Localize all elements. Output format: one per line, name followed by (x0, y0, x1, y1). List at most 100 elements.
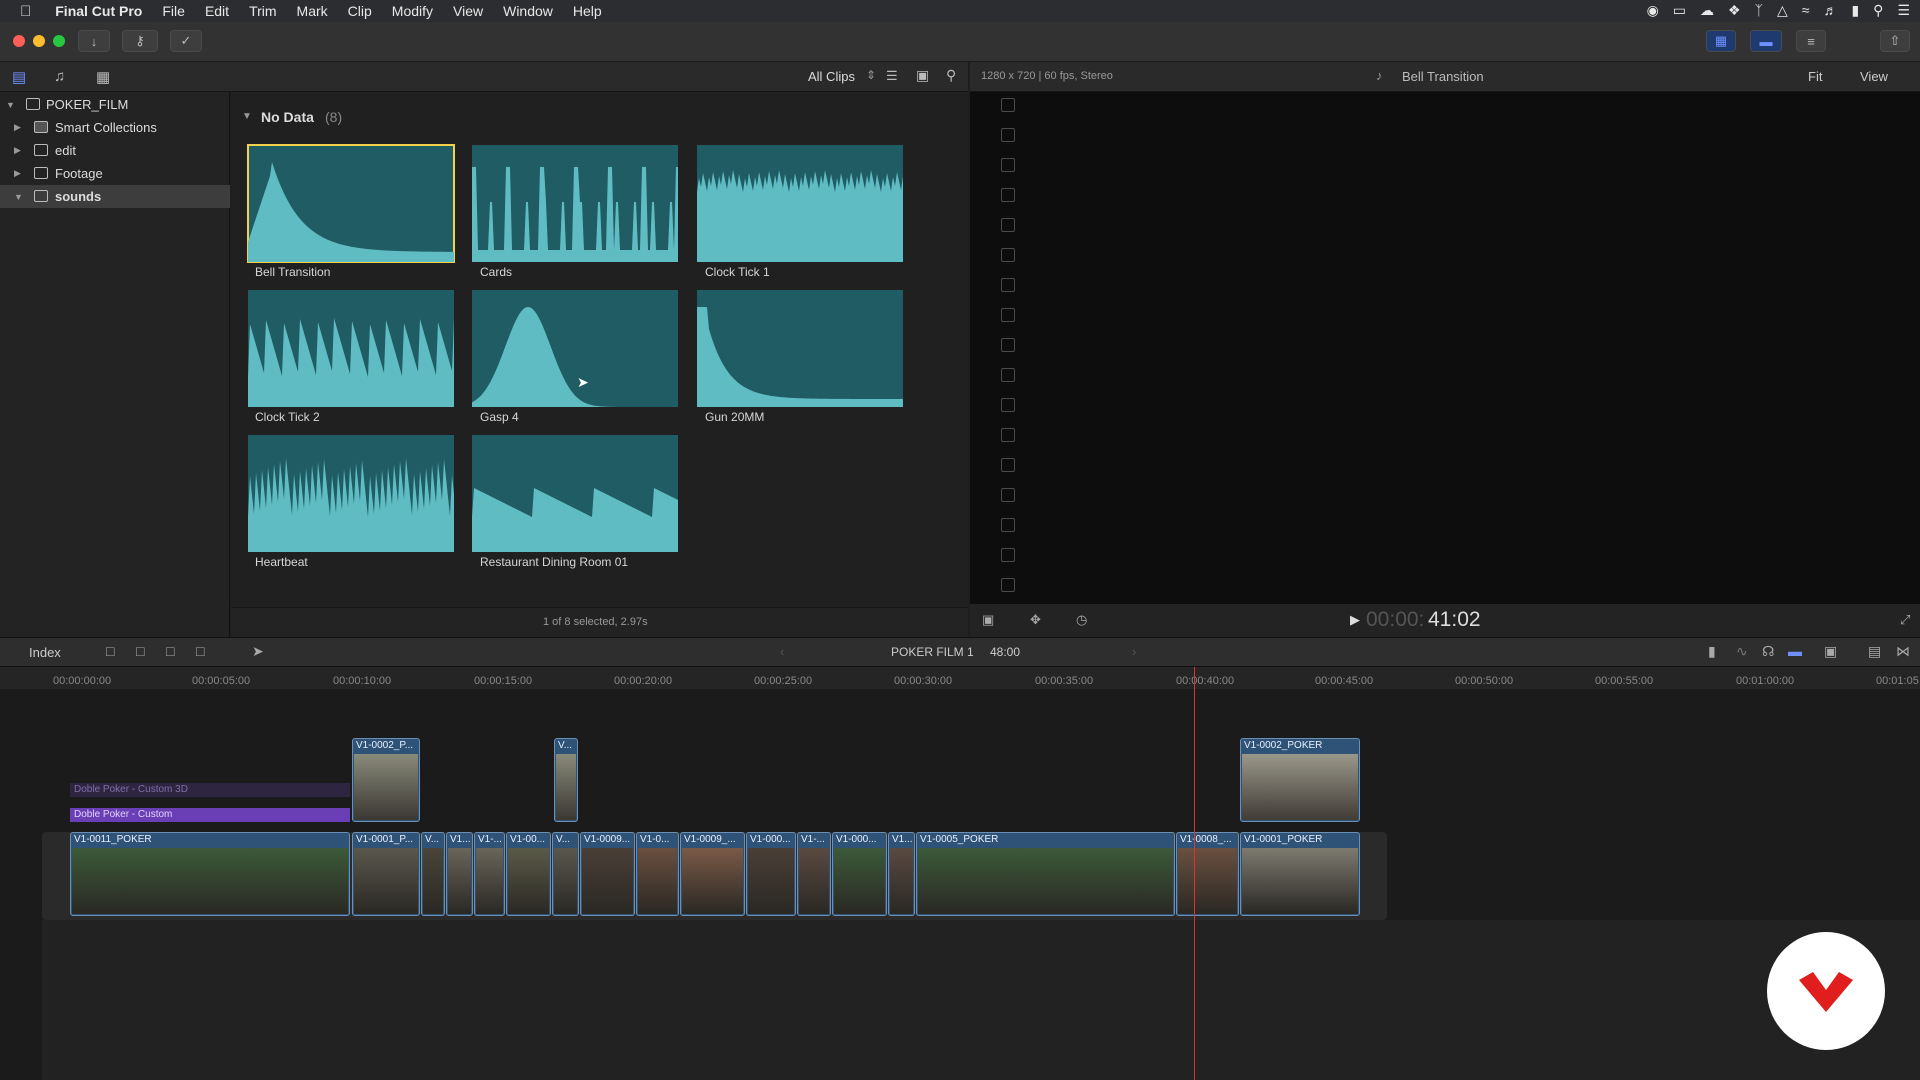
list-view-icon[interactable]: ☰ (886, 68, 898, 84)
disclosure-open-icon[interactable]: ▼ (14, 192, 23, 202)
clip-thumbnail[interactable] (248, 435, 454, 552)
view-dropdown[interactable]: View (1860, 69, 1888, 84)
menu-clip[interactable]: Clip (348, 3, 372, 19)
menu-edit[interactable]: Edit (205, 3, 229, 19)
timeline-clip[interactable]: V1-0009_... (680, 832, 745, 916)
background-tasks-button[interactable]: ✓ (170, 30, 202, 52)
wifi-icon[interactable]: ≈ (1802, 2, 1810, 19)
inspector-toggle-button[interactable]: ≡ (1796, 30, 1826, 52)
transitions-browser-icon[interactable]: ⋈ (1896, 643, 1910, 660)
library-item[interactable]: ▼ POKER_FILM (0, 93, 230, 116)
bluetooth-icon[interactable]: ᛉ (1755, 2, 1763, 19)
minimize-window-button[interactable] (33, 35, 45, 47)
clip-appearance-icon[interactable]: ▣ (1824, 643, 1837, 660)
menu-view[interactable]: View (453, 3, 483, 19)
clip-filter-dropdown[interactable]: All Clips (808, 69, 855, 84)
sidebar-item-sounds[interactable]: ▼ sounds (0, 185, 230, 208)
timeline-clip[interactable]: V1-... (797, 832, 831, 916)
viewer-canvas[interactable] (970, 92, 1920, 604)
timeline-index-button[interactable]: Index (29, 645, 61, 660)
airplay-icon[interactable]: △ (1777, 2, 1788, 19)
audio-skimming-icon[interactable]: ∿ (1736, 643, 1748, 660)
menu-mark[interactable]: Mark (297, 3, 328, 19)
volume-icon[interactable]: ♬ (1823, 2, 1837, 19)
titles-generators-icon[interactable]: ▦ (96, 68, 110, 86)
libraries-icon[interactable]: ▤ (12, 68, 26, 86)
select-tool-icon[interactable]: ➤ (252, 643, 264, 660)
connected-clip[interactable]: V... (554, 738, 578, 822)
battery-icon[interactable]: ▮ (1851, 2, 1859, 19)
timeline-ruler[interactable]: 00:00:00:00 00:00:05:00 00:00:10:00 00:0… (0, 667, 1920, 689)
menu-modify[interactable]: Modify (392, 3, 433, 19)
timeline-clip[interactable]: V1-0001_POKER (1240, 832, 1360, 916)
clip-thumbnail[interactable] (697, 290, 903, 407)
clip-thumbnail[interactable] (472, 435, 678, 552)
back-arrow-icon[interactable]: ‹ (780, 644, 784, 659)
timeline-toggle-button[interactable]: ▬ (1750, 30, 1782, 52)
timeline-clip[interactable]: V1-000... (746, 832, 796, 916)
menu-trim[interactable]: Trim (249, 3, 276, 19)
playhead[interactable] (1194, 667, 1195, 1080)
timeline-clip[interactable]: V... (552, 832, 579, 916)
display-icon[interactable]: ▭ (1673, 2, 1686, 19)
disclosure-closed-icon[interactable]: ▶ (14, 122, 21, 133)
timeline-clip[interactable]: V1-000... (832, 832, 887, 916)
clip-thumbnail[interactable] (247, 144, 455, 263)
title-clip[interactable]: Doble Poker - Custom 3D (70, 783, 350, 797)
sidebar-item-smart-collections[interactable]: ▶ Smart Collections (0, 116, 230, 139)
timeline-clip[interactable]: V1-00... (506, 832, 551, 916)
insert-clip-icon[interactable]: □ (136, 643, 144, 659)
dropbox-icon[interactable]: ❖ (1728, 2, 1741, 19)
timeline-clip[interactable]: V1-0009... (580, 832, 635, 916)
fullscreen-icon[interactable]: ⤢ (1900, 612, 1910, 628)
menu-file[interactable]: File (162, 3, 185, 19)
timeline-clip[interactable]: V1-... (474, 832, 505, 916)
overwrite-clip-icon[interactable]: □ (196, 643, 204, 659)
close-window-button[interactable] (13, 35, 25, 47)
clip-thumbnail[interactable] (248, 290, 454, 407)
photos-audio-icon[interactable]: ♫ (54, 68, 65, 85)
share-button[interactable]: ⇧ (1880, 30, 1910, 52)
group-disclosure-icon[interactable]: ▼ (242, 111, 252, 122)
append-clip-icon[interactable]: □ (166, 643, 174, 659)
import-button[interactable]: ↓ (78, 30, 110, 52)
play-button[interactable]: ▶ (1350, 612, 1360, 628)
cloud-icon[interactable]: ☁ (1700, 2, 1714, 19)
clip-appearance-icon[interactable]: ▣ (916, 67, 929, 84)
speed-icon[interactable]: ◷ (1076, 612, 1087, 628)
title-clip[interactable]: Doble Poker - Custom (70, 808, 350, 822)
zoom-window-button[interactable] (53, 35, 65, 47)
timeline-clip[interactable]: V1-0001_P... (352, 832, 420, 916)
snapping-icon[interactable]: ▬ (1788, 643, 1802, 659)
menu-window[interactable]: Window (503, 3, 553, 19)
clip-thumbnail[interactable] (697, 145, 903, 262)
search-icon[interactable]: ⚲ (1873, 2, 1883, 19)
timeline-clip[interactable]: V1-0... (636, 832, 679, 916)
timeline-clip[interactable]: V1... (888, 832, 915, 916)
connected-clip[interactable]: V1-0002_P... (352, 738, 420, 822)
record-icon[interactable]: ◉ (1647, 2, 1659, 19)
search-icon[interactable]: ⚲ (946, 67, 956, 84)
sidebar-item-footage[interactable]: ▶ Footage (0, 162, 230, 185)
skimming-icon[interactable]: ▮ (1708, 643, 1716, 660)
clip-thumbnail[interactable] (472, 290, 678, 407)
browser-toggle-button[interactable]: ▦ (1706, 30, 1736, 52)
timeline-clip[interactable]: V1-0011_POKER (70, 832, 350, 916)
timeline-clip[interactable]: V1... (446, 832, 473, 916)
connect-clip-icon[interactable]: □ (106, 643, 114, 659)
solo-icon[interactable]: ☊ (1762, 643, 1774, 660)
keywords-button[interactable]: ⚷ (122, 30, 158, 52)
timeline-clip[interactable]: V1-0005_POKER (916, 832, 1175, 916)
menu-app-name[interactable]: Final Cut Pro (55, 3, 142, 19)
sidebar-item-edit[interactable]: ▶ edit (0, 139, 230, 162)
disclosure-open-icon[interactable]: ▼ (6, 100, 15, 110)
effects-browser-icon[interactable]: ▤ (1868, 643, 1881, 660)
disclosure-closed-icon[interactable]: ▶ (14, 168, 21, 179)
zoom-fit-dropdown[interactable]: Fit (1808, 69, 1822, 84)
timeline-clip[interactable]: V1-0008_... (1176, 832, 1239, 916)
disclosure-closed-icon[interactable]: ▶ (14, 145, 21, 156)
transform-icon[interactable]: ✥ (1030, 612, 1041, 628)
clip-thumbnail[interactable] (472, 145, 678, 262)
view-options-icon[interactable]: ▣ (982, 612, 994, 628)
list-icon[interactable]: ☰ (1897, 2, 1910, 19)
